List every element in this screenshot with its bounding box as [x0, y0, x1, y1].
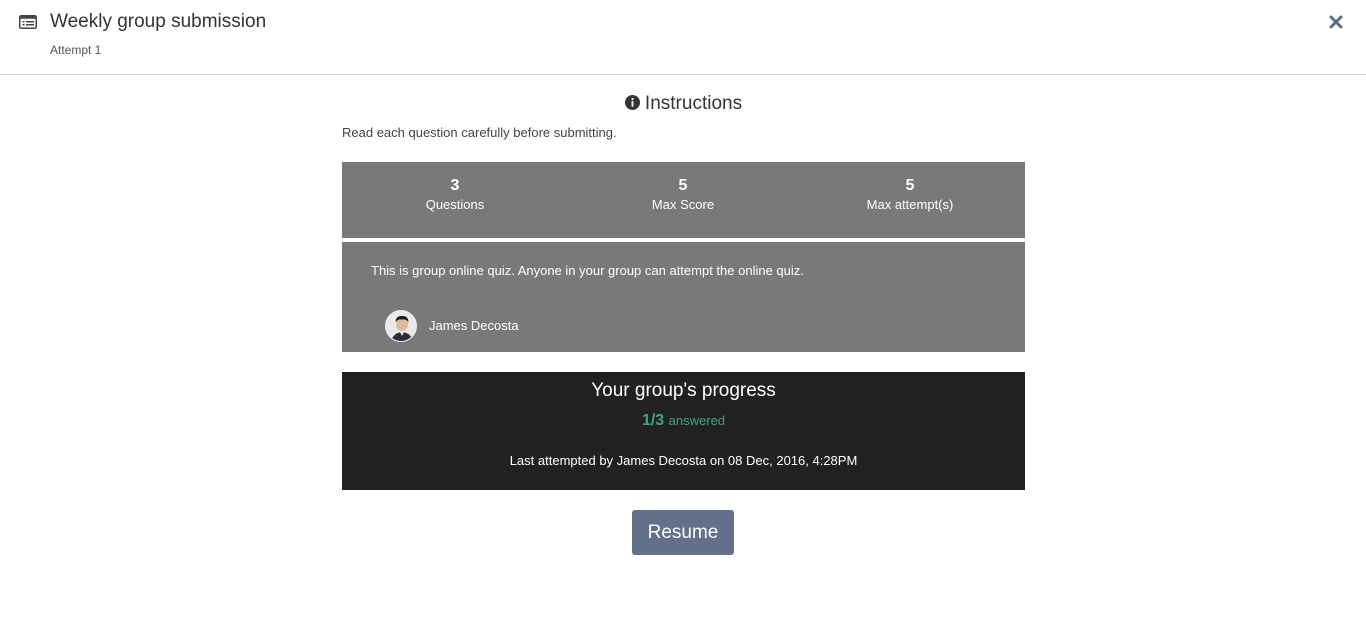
list-icon — [19, 15, 37, 29]
instructions-text: Read each question carefully before subm… — [342, 125, 617, 140]
group-description: This is group online quiz. Anyone in you… — [371, 263, 804, 278]
stat-label: Questions — [425, 197, 485, 212]
stat-questions: 3 Questions — [355, 176, 555, 214]
instructions-heading: Instructions — [342, 93, 1025, 115]
close-icon[interactable] — [1326, 12, 1346, 32]
stat-value: 3 — [450, 177, 460, 194]
avatar — [385, 310, 417, 342]
stat-value: 5 — [678, 177, 688, 194]
group-progress: Your group's progress 1/3 answered Last … — [342, 372, 1025, 490]
stat-label: Max attempt(s) — [866, 197, 954, 212]
instructions-title: Instructions — [644, 93, 743, 114]
header: Weekly group submission Attempt 1 — [0, 0, 1366, 75]
group-info: This is group online quiz. Anyone in you… — [342, 242, 1025, 352]
stat-label: Max Score — [651, 197, 715, 212]
answered-count: 1/3 — [641, 412, 665, 429]
info-icon — [624, 95, 640, 110]
stat-max-score: 5 Max Score — [583, 176, 783, 214]
progress-count: 1/3 answered — [342, 412, 1025, 430]
resume-button[interactable]: Resume — [632, 510, 734, 555]
stat-value: 5 — [905, 177, 915, 194]
answered-label: answered — [668, 413, 726, 428]
progress-title: Your group's progress — [591, 380, 776, 401]
page-title: Weekly group submission — [50, 11, 267, 32]
member-name: James Decosta — [429, 318, 519, 333]
last-attempted: Last attempted by James Decosta on 08 De… — [509, 453, 858, 468]
quiz-stats: 3 Questions 5 Max Score 5 Max attempt(s) — [342, 162, 1025, 240]
attempt-label: Attempt 1 — [50, 43, 102, 57]
stat-max-attempts: 5 Max attempt(s) — [810, 176, 1010, 214]
